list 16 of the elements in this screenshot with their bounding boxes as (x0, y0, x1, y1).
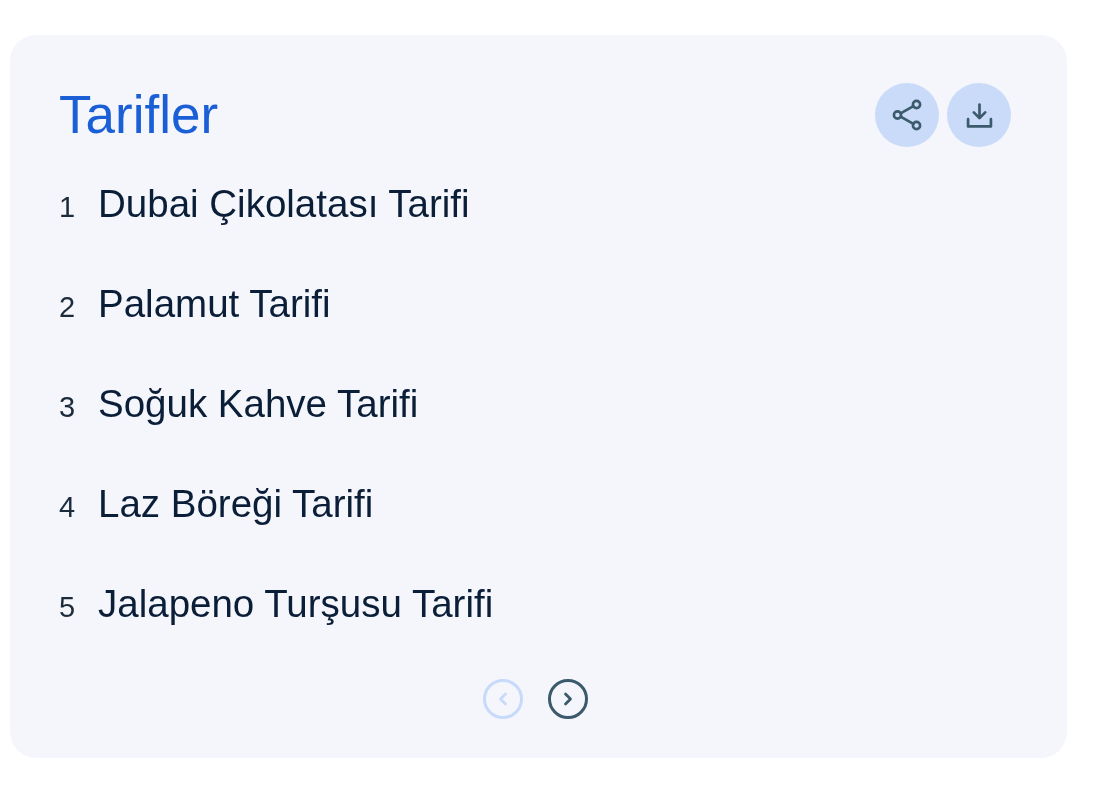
card-title: Tarifler (59, 84, 219, 146)
item-number: 4 (59, 490, 77, 525)
share-icon (892, 99, 922, 131)
item-number: 3 (59, 390, 77, 425)
next-page-button[interactable] (547, 679, 588, 719)
download-icon (965, 102, 993, 128)
chevron-left-icon (497, 692, 508, 706)
recipe-link[interactable]: Palamut Tarifi (98, 254, 331, 354)
recipe-link[interactable]: Jalapeno Turşusu Tarifi (98, 554, 494, 654)
recipe-link[interactable]: Dubai Çikolatası Tarifi (98, 154, 470, 254)
item-number: 1 (59, 190, 77, 225)
item-number: 2 (59, 290, 77, 325)
recipe-link[interactable]: Soğuk Kahve Tarifi (98, 354, 419, 454)
recipe-link[interactable]: Laz Böreği Tarifi (98, 454, 374, 554)
chevron-right-icon (562, 692, 573, 706)
item-number: 5 (59, 590, 77, 625)
